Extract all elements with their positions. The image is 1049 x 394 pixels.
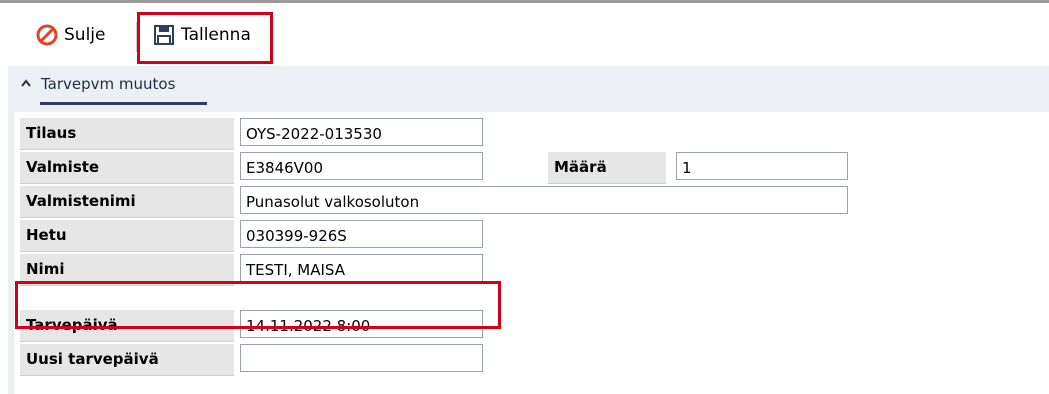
close-button[interactable]: Sulje <box>36 17 105 53</box>
tilaus-field[interactable] <box>240 118 483 146</box>
nimi-field[interactable] <box>240 254 483 282</box>
hetu-field[interactable] <box>240 220 483 248</box>
section-tab-title[interactable]: Tarvepvm muutos <box>41 75 175 93</box>
toolbar: Sulje Tallenna <box>0 3 1049 66</box>
no-entry-icon <box>36 24 58 46</box>
label-uusi-tarvepaiva: Uusi tarvepäivä <box>20 344 234 376</box>
label-hetu: Hetu <box>20 220 234 252</box>
label-tilaus: Tilaus <box>20 118 234 150</box>
maara-field[interactable] <box>676 152 848 180</box>
section-header: Tarvepvm muutos <box>8 66 1049 108</box>
close-button-label: Sulje <box>64 25 106 45</box>
valmistenimi-field[interactable] <box>240 186 848 214</box>
label-valmistenimi: Valmistenimi <box>20 186 234 218</box>
tab-underline <box>40 102 207 105</box>
new-date-highlight-box <box>15 281 501 329</box>
label-maara: Määrä <box>548 152 666 184</box>
label-valmiste: Valmiste <box>20 152 234 184</box>
form-panel: Tarvepvm muutos Tilaus Valmiste Määrä Va… <box>8 66 1049 394</box>
chevron-up-icon[interactable] <box>20 77 32 92</box>
valmiste-field[interactable] <box>240 152 483 180</box>
form-body: Tilaus Valmiste Määrä Valmistenimi Hetu … <box>14 112 1049 394</box>
uusi-tarvepaiva-field[interactable] <box>240 344 483 372</box>
save-highlight-box <box>137 12 273 64</box>
